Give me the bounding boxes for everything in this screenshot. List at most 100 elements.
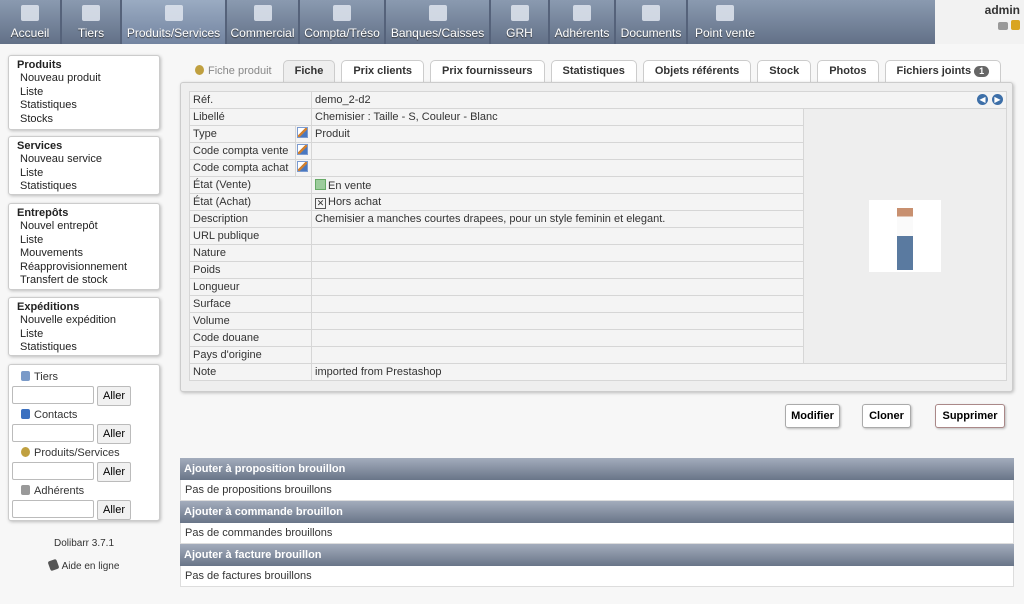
sidebar-item-liste[interactable]: Liste [17, 328, 151, 342]
menu-commercial[interactable]: Commercial [227, 0, 300, 44]
search-tiers-input[interactable] [12, 386, 94, 404]
menu-label: Documents [620, 26, 682, 40]
tab-statistiques[interactable]: Statistiques [550, 60, 637, 82]
menu-label: Commercial [230, 26, 295, 40]
tab-bar: Fiche produit Fiche Prix clients Prix fo… [190, 60, 1002, 82]
field-label: URL publique [189, 227, 312, 245]
sidebar-item-reapprovisionnement[interactable]: Réapprovisionnement [17, 261, 151, 275]
menu-adherents[interactable]: Adhérents [550, 0, 616, 44]
menu-compta[interactable]: Compta/Tréso [300, 0, 386, 44]
draft-proposal-section: Ajouter à proposition brouillon Pas de p… [180, 458, 1014, 501]
tab-fiche[interactable]: Fiche [282, 60, 336, 82]
menu-label: Point vente [694, 26, 756, 40]
tab-fichiers-joints[interactable]: Fichiers joints 1 [884, 60, 1002, 82]
tab-stock[interactable]: Stock [757, 60, 812, 82]
field-label: Volume [189, 312, 312, 330]
edit-icon[interactable] [297, 144, 308, 155]
tab-objets-referents[interactable]: Objets référents [642, 60, 752, 82]
search-tiers-button[interactable]: Aller [97, 386, 131, 406]
clone-button[interactable]: Cloner [862, 404, 911, 428]
sidebar-item-nouveau-produit[interactable]: Nouveau produit [17, 72, 151, 86]
menu-banques[interactable]: Banques/Caisses [386, 0, 491, 44]
menu-tiers[interactable]: Tiers [62, 0, 122, 44]
sidebar-item-liste[interactable]: Liste [17, 167, 151, 181]
photo-cell [803, 108, 1007, 364]
sidebar-item-mouvements[interactable]: Mouvements [17, 247, 151, 261]
menu-produits[interactable]: Produits/Services [122, 0, 227, 44]
tab-prix-fournisseurs[interactable]: Prix fournisseurs [430, 60, 545, 82]
sidebar-item-nouvel-entrepot[interactable]: Nouvel entrepôt [17, 220, 151, 234]
search-produits-button[interactable]: Aller [97, 462, 131, 482]
draft-invoice-section: Ajouter à facture brouillon Pas de factu… [180, 544, 1014, 587]
field-value: Produit [311, 125, 804, 143]
search-contacts-button[interactable]: Aller [97, 424, 131, 444]
cash-register-icon [716, 5, 734, 21]
menu-grh[interactable]: GRH [491, 0, 550, 44]
sidebar-item-nouveau-service[interactable]: Nouveau service [17, 153, 151, 167]
field-label: Code compta achat [189, 159, 296, 177]
sidebar-item-liste[interactable]: Liste [17, 234, 151, 248]
sidebar-heading[interactable]: Services [17, 140, 151, 153]
quick-search: Tiers Aller Contacts Aller Produits/Serv… [8, 364, 160, 521]
sidebar-item-nouvelle-expedition[interactable]: Nouvelle expédition [17, 314, 151, 328]
field-label: État (Vente) [189, 176, 312, 194]
sidebar-heading[interactable]: Expéditions [17, 301, 151, 314]
field-value: En vente [328, 179, 372, 192]
menu-point-vente[interactable]: Point vente [688, 0, 762, 44]
lock-icon[interactable] [1011, 20, 1020, 30]
holiday-icon [510, 5, 529, 21]
field-label: Nature [189, 244, 312, 262]
menu-documents[interactable]: Documents [616, 0, 688, 44]
sidebar-heading[interactable]: Produits [17, 59, 151, 72]
section-header[interactable]: Ajouter à commande brouillon [180, 501, 1014, 523]
delete-button[interactable]: Supprimer [935, 404, 1005, 428]
search-adherents-input[interactable] [12, 500, 94, 518]
field-value [311, 346, 804, 364]
status-on-icon [315, 178, 326, 190]
search-label: Produits/Services [34, 447, 120, 459]
tab-prix-clients[interactable]: Prix clients [341, 60, 425, 82]
printer-icon[interactable] [998, 22, 1008, 30]
help-link[interactable]: Aide en ligne [8, 558, 160, 572]
sidebar-item-statistiques[interactable]: Statistiques [17, 99, 151, 113]
product-icon [21, 447, 30, 457]
search-produits-input[interactable] [12, 462, 94, 480]
sidebar-item-liste[interactable]: Liste [17, 86, 151, 100]
search-label: Contacts [34, 409, 78, 421]
version: Dolibarr 3.7.1 [53, 538, 115, 549]
field-value [311, 278, 804, 296]
search-adherents-button[interactable]: Aller [97, 500, 131, 520]
field-value [311, 261, 804, 279]
sidebar-item-stocks[interactable]: Stocks [17, 113, 151, 127]
field-label: Code douane [189, 329, 312, 347]
sidebar-heading[interactable]: Entrepôts [17, 207, 151, 220]
section-empty-text: Pas de propositions brouillons [180, 480, 1014, 501]
sidebar-item-statistiques[interactable]: Statistiques [17, 341, 151, 355]
user-box: admin [935, 0, 1024, 44]
home-icon [21, 5, 39, 21]
coins-icon [333, 5, 351, 21]
draft-order-section: Ajouter à commande brouillon Pas de comm… [180, 501, 1014, 544]
sidebar-item-transfert[interactable]: Transfert de stock [17, 274, 151, 288]
search-contacts-input[interactable] [12, 424, 94, 442]
field-label: Code compta vente [189, 142, 296, 160]
members-icon [573, 5, 591, 21]
product-icon [195, 65, 204, 75]
next-icon[interactable]: ▶ [992, 94, 1003, 105]
field-value [311, 312, 804, 330]
sidebar-item-statistiques[interactable]: Statistiques [17, 180, 151, 194]
field-row: Libellé Chemisier : Taille - S, Couleur -… [189, 108, 1007, 364]
product-photo[interactable] [869, 200, 941, 272]
user-name[interactable]: admin [939, 3, 1020, 17]
menu-label: Compta/Tréso [304, 26, 380, 40]
products-icon [164, 5, 183, 21]
tab-photos[interactable]: Photos [817, 60, 879, 82]
edit-icon[interactable] [297, 161, 308, 172]
field-value [311, 159, 804, 177]
edit-icon[interactable] [297, 127, 308, 138]
previous-icon[interactable]: ◀ [977, 94, 988, 105]
modify-button[interactable]: Modifier [785, 404, 840, 428]
section-header[interactable]: Ajouter à proposition brouillon [180, 458, 1014, 480]
section-header[interactable]: Ajouter à facture brouillon [180, 544, 1014, 566]
menu-accueil[interactable]: Accueil [0, 0, 62, 44]
